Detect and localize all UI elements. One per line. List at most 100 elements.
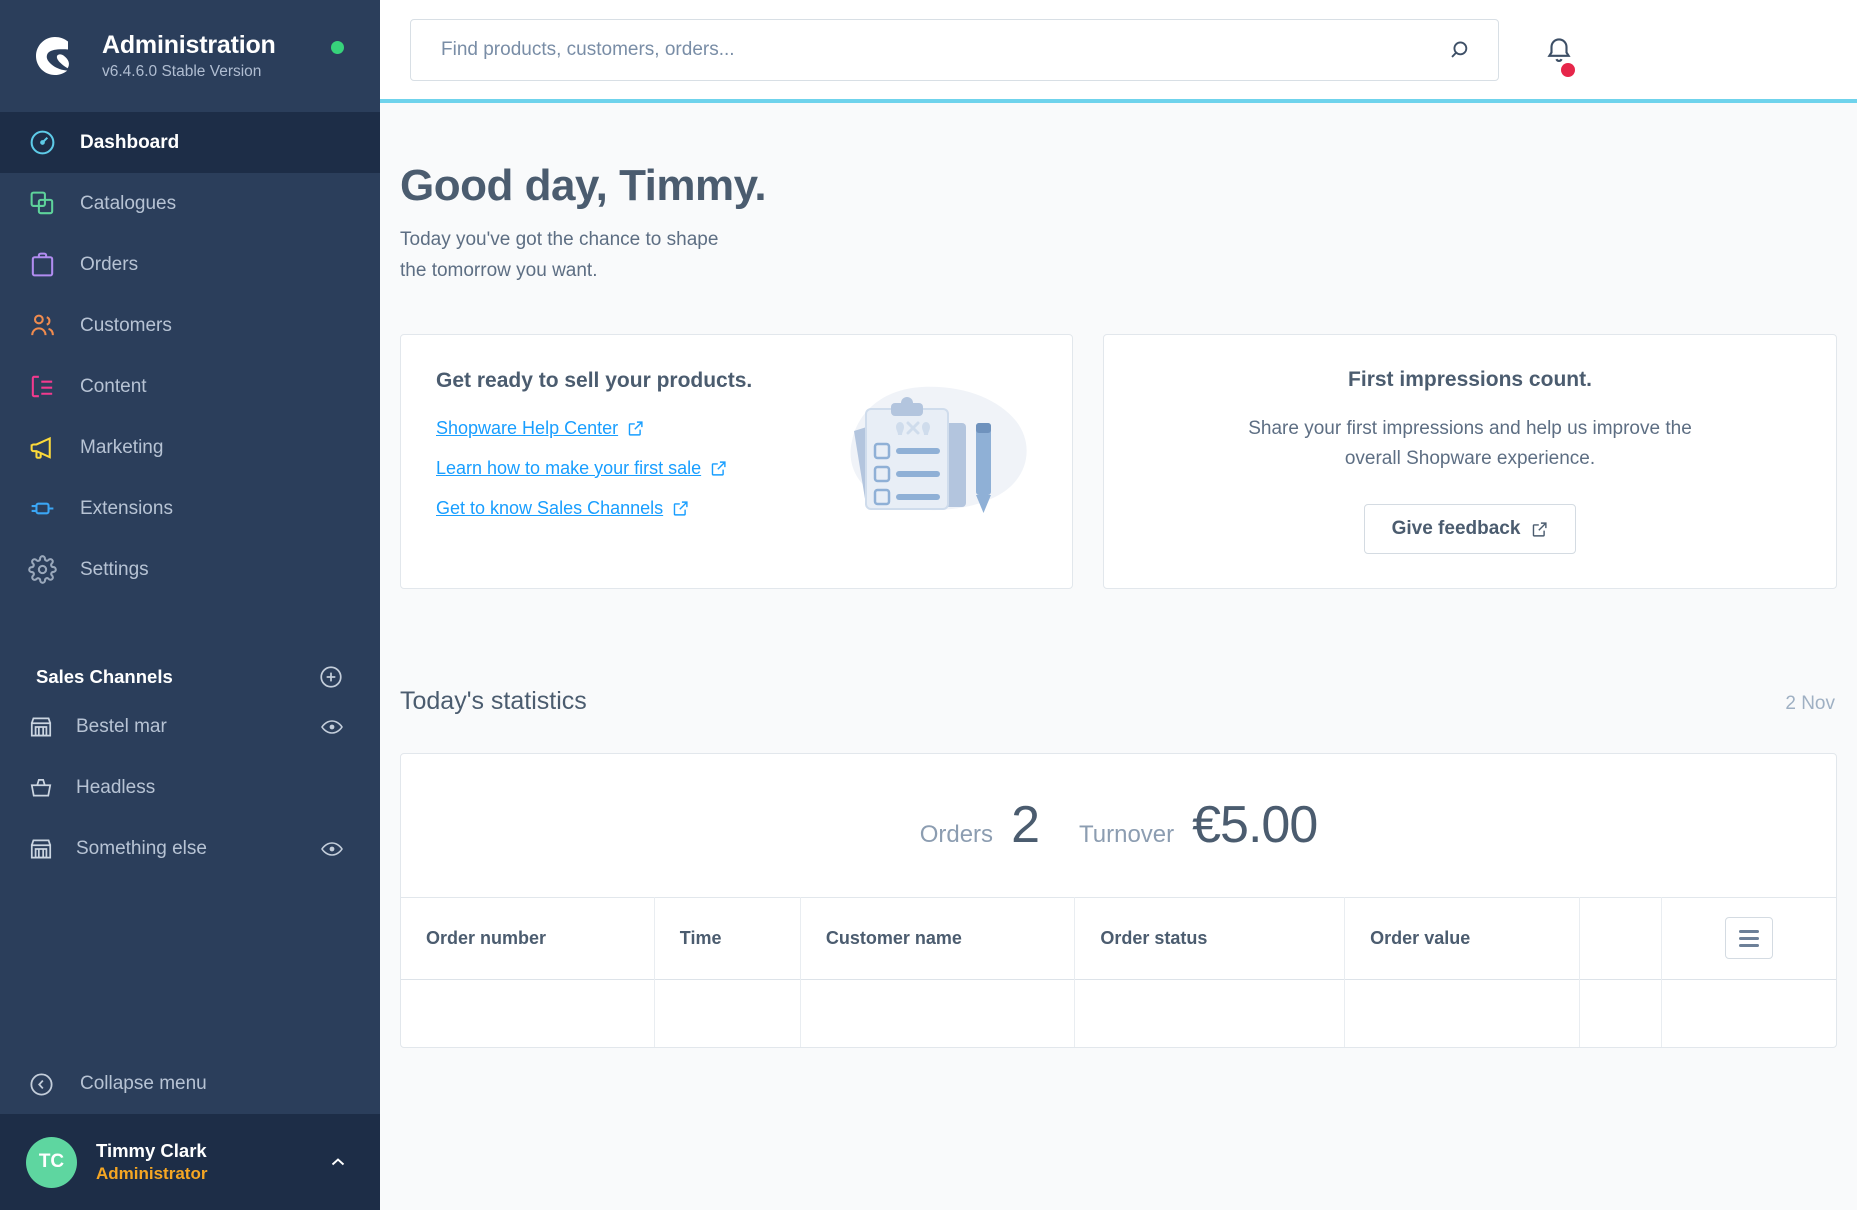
cell-time (654, 978, 801, 1048)
plug-icon (28, 494, 74, 523)
help-link-row[interactable]: Learn how to make your first sale (436, 458, 856, 479)
sales-channel-item[interactable]: Headless (0, 757, 380, 818)
orders-table-head: Order number Time Customer name Order st… (401, 896, 1836, 980)
kpi-row: Orders 2 Turnover €5.00 (401, 754, 1836, 897)
sidebar-item-catalogues[interactable]: Catalogues (0, 173, 380, 234)
external-link-icon (710, 460, 727, 477)
shopware-logo-icon (28, 29, 82, 83)
sidebar-item-label: Catalogues (80, 192, 177, 214)
statistics-header: Today's statistics 2 Nov (400, 687, 1837, 716)
cell-customer-name (800, 978, 1076, 1048)
eye-icon[interactable] (320, 837, 344, 861)
add-sales-channel-button[interactable] (318, 664, 344, 690)
table-row[interactable] (401, 978, 1836, 1048)
user-profile[interactable]: TC Timmy Clark Administrator (0, 1114, 380, 1210)
get-ready-card: Get ready to sell your products. Shopwar… (400, 333, 1073, 589)
notification-badge (1561, 62, 1575, 77)
eye-icon[interactable] (320, 715, 344, 739)
sales-channels-title: Sales Channels (36, 666, 173, 687)
onboarding-cards: Get ready to sell your products. Shopwar… (400, 333, 1837, 589)
status-dot (331, 41, 344, 54)
column-order-number[interactable]: Order number (401, 896, 655, 980)
sales-channels-list: Bestel mar Headless Something else (0, 696, 380, 879)
help-links: Shopware Help Center Learn how to make y… (436, 418, 856, 519)
sales-channel-label: Bestel mar (76, 715, 167, 737)
sidebar-item-content[interactable]: Content (0, 356, 380, 417)
kpi-label: Turnover (1078, 821, 1175, 849)
column-time[interactable]: Time (654, 896, 801, 980)
table-header-row: Order number Time Customer name Order st… (401, 896, 1836, 980)
cell-actions (1661, 978, 1836, 1048)
collapse-menu-button[interactable]: Collapse menu (0, 1054, 380, 1114)
basket-icon (28, 775, 70, 801)
app-version: v6.4.6.0 Stable Version (102, 62, 262, 80)
orders-table: Order number Time Customer name Order st… (401, 896, 1836, 1048)
sales-channel-item[interactable]: Something else (0, 818, 380, 879)
cell-order-number (401, 978, 655, 1048)
feedback-text: Share your first impressions and help us… (1248, 417, 1692, 469)
sidebar-item-settings[interactable]: Settings (0, 539, 380, 600)
feedback-card: First impressions count. Share your firs… (1103, 333, 1837, 589)
storefront-icon (28, 836, 70, 862)
chevron-up-icon[interactable] (326, 1150, 350, 1174)
user-name: Timmy Clark (96, 1140, 207, 1162)
help-link-row[interactable]: Get to know Sales Channels (436, 498, 856, 519)
app-title: Administration (102, 31, 276, 60)
main-navigation: Dashboard Catalogues Orders Customers Co… (0, 112, 380, 600)
statistics-card: Orders 2 Turnover €5.00 Order number Tim… (400, 752, 1837, 1049)
help-link-label[interactable]: Shopware Help Center (436, 418, 618, 439)
sidebar-item-label: Customers (80, 314, 172, 336)
sidebar-item-marketing[interactable]: Marketing (0, 417, 380, 478)
gear-icon (28, 555, 74, 584)
content-icon (28, 372, 74, 401)
cell-order-status (1074, 978, 1346, 1048)
sidebar-item-label: Orders (80, 253, 139, 275)
dashboard-content: Good day, Timmy. Today you've got the ch… (380, 103, 1857, 1210)
list-settings-icon[interactable] (1725, 917, 1774, 960)
sidebar-item-label: Extensions (80, 497, 173, 519)
gauge-icon (28, 128, 74, 157)
kpi-value: €5.00 (1192, 796, 1318, 855)
search-icon[interactable] (1440, 37, 1484, 63)
sidebar-item-customers[interactable]: Customers (0, 295, 380, 356)
column-customer-name[interactable]: Customer name (800, 896, 1076, 980)
help-link-label[interactable]: Get to know Sales Channels (436, 498, 663, 519)
users-icon (28, 311, 74, 340)
sidebar-item-label: Settings (80, 558, 149, 580)
sidebar-item-label: Dashboard (80, 131, 180, 153)
collapse-menu-label: Collapse menu (80, 1073, 207, 1094)
avatar: TC (26, 1136, 77, 1188)
sidebar: Administration v6.4.6.0 Stable Version D… (0, 0, 380, 1210)
kpi-turnover: Turnover €5.00 (1078, 795, 1318, 855)
column-order-value[interactable]: Order value (1344, 896, 1580, 980)
sidebar-header: Administration v6.4.6.0 Stable Version (0, 0, 380, 112)
external-link-icon (627, 420, 644, 437)
give-feedback-button[interactable]: Give feedback (1363, 504, 1577, 555)
bag-icon (28, 250, 74, 279)
search-input[interactable] (441, 38, 1440, 61)
sidebar-item-extensions[interactable]: Extensions (0, 478, 380, 539)
sidebar-brand: Administration v6.4.6.0 Stable Version (102, 31, 276, 81)
megaphone-icon (28, 433, 74, 462)
kpi-value: 2 (1011, 796, 1040, 855)
column-settings (1661, 896, 1836, 980)
greeting-subtext: Today you've got the chance to shape the… (400, 229, 719, 281)
chevron-left-circle-icon (28, 1071, 74, 1098)
help-link-label[interactable]: Learn how to make your first sale (436, 458, 701, 479)
sidebar-item-dashboard[interactable]: Dashboard (0, 112, 380, 173)
orders-table-body (401, 978, 1836, 1048)
sales-channel-item[interactable]: Bestel mar (0, 696, 380, 757)
dashboard-inner: Good day, Timmy. Today you've got the ch… (380, 161, 1857, 1049)
sidebar-item-orders[interactable]: Orders (0, 234, 380, 295)
sidebar-item-label: Content (80, 375, 147, 397)
user-role: Administrator (96, 1163, 208, 1183)
notifications-button[interactable] (1499, 35, 1619, 77)
storefront-icon (28, 714, 70, 740)
sales-channels-header: Sales Channels (0, 658, 380, 696)
sales-channel-label: Something else (76, 837, 207, 859)
copy-icon (28, 189, 74, 218)
help-link-row[interactable]: Shopware Help Center (436, 418, 856, 439)
get-ready-card-body: Get ready to sell your products. Shopwar… (436, 369, 856, 588)
global-search[interactable] (410, 18, 1499, 81)
column-order-status[interactable]: Order status (1074, 896, 1346, 980)
